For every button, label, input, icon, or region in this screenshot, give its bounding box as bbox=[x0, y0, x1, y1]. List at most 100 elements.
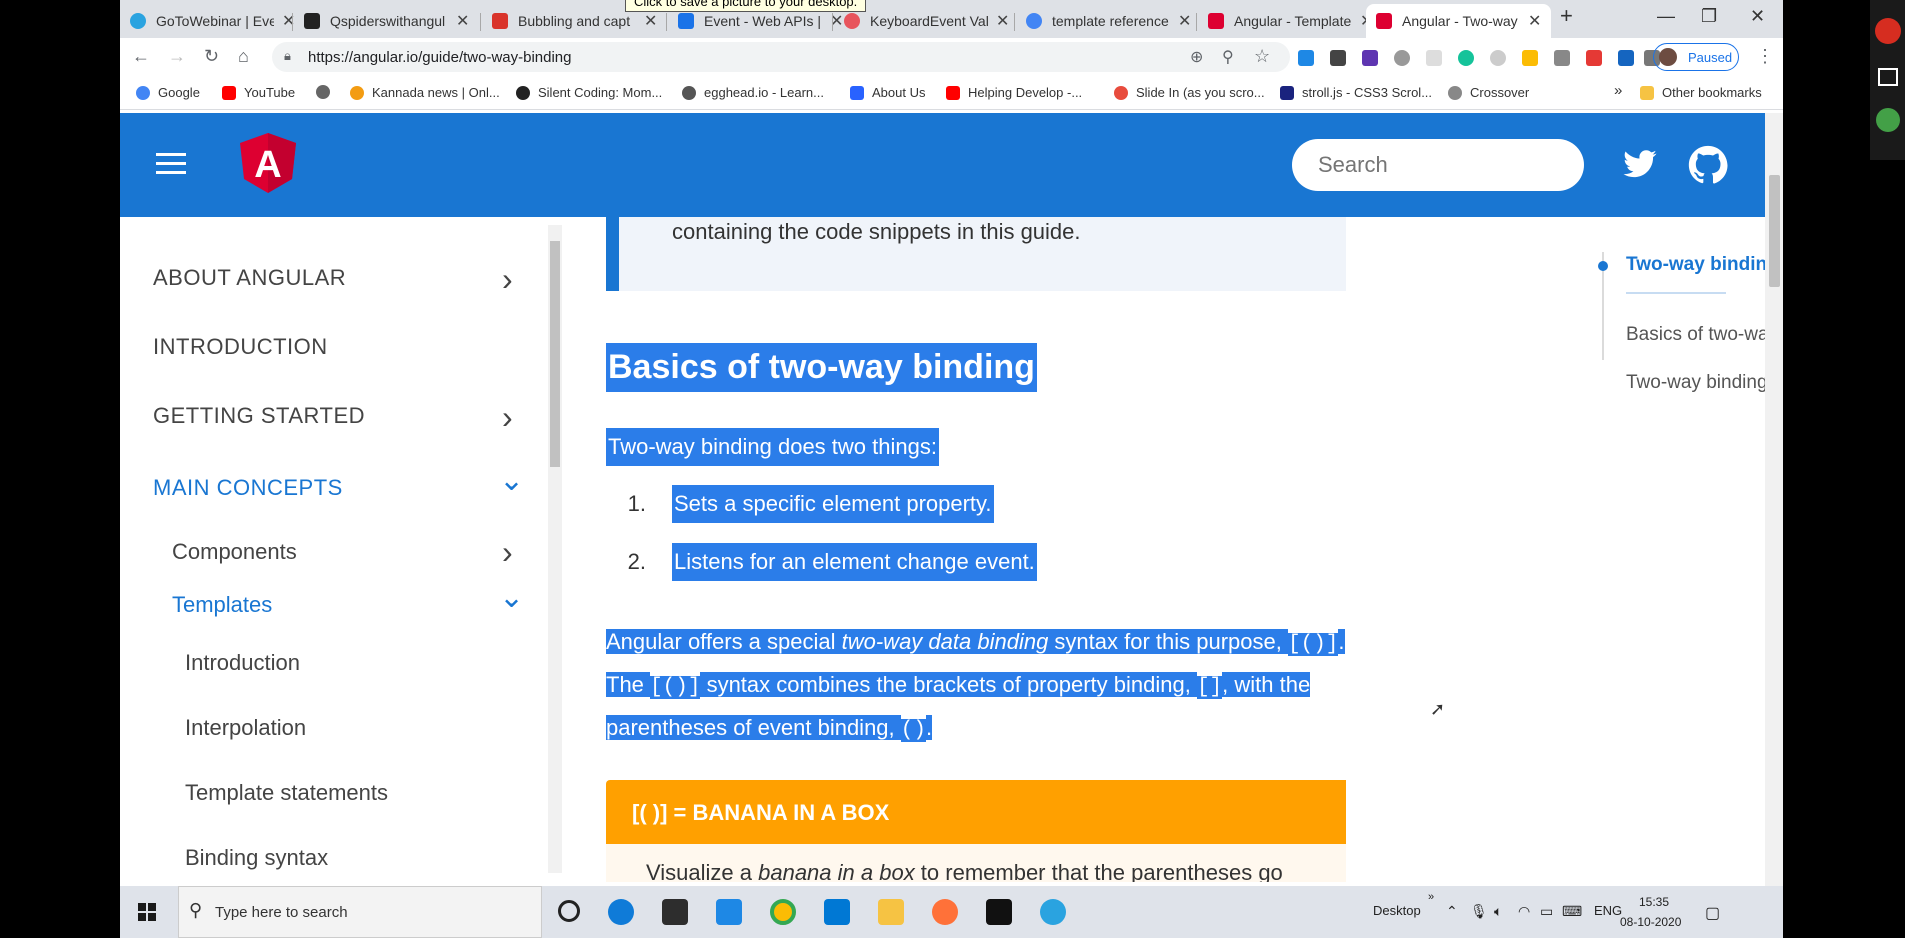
tab-close-icon[interactable]: ✕ bbox=[644, 11, 657, 31]
camera-icon[interactable] bbox=[1554, 50, 1570, 66]
terminal-icon[interactable] bbox=[986, 899, 1012, 925]
clock-time[interactable]: 15:35 bbox=[1639, 895, 1669, 909]
chevron-down-icon[interactable]: ⌄ bbox=[499, 580, 524, 615]
menu-icon[interactable]: ⋮ bbox=[1756, 46, 1774, 67]
tray-chevron-up-icon[interactable]: ⌃ bbox=[1446, 903, 1458, 920]
clock-date[interactable]: 08-10-2020 bbox=[1620, 915, 1681, 929]
firefox-icon[interactable] bbox=[932, 899, 958, 925]
nav-item-about-angular[interactable]: ABOUT ANGULAR bbox=[153, 265, 346, 291]
chevron-right-icon[interactable]: › bbox=[502, 261, 513, 298]
extension-icon[interactable] bbox=[1362, 50, 1378, 66]
nav-item-getting-started[interactable]: GETTING STARTED bbox=[153, 403, 365, 429]
chevron-right-icon[interactable]: › bbox=[502, 534, 513, 571]
github-icon[interactable] bbox=[1688, 145, 1728, 185]
bookmark[interactable]: Helping Develop -... bbox=[946, 85, 1082, 100]
chrome-icon[interactable] bbox=[770, 899, 796, 925]
pointer-icon[interactable] bbox=[1876, 108, 1900, 132]
install-icon[interactable]: ⊕ bbox=[1190, 47, 1203, 67]
nav-item-introduction-sub[interactable]: Introduction bbox=[185, 650, 300, 676]
gotowebinar-icon[interactable] bbox=[1040, 899, 1066, 925]
nav-item-template-statements[interactable]: Template statements bbox=[185, 780, 388, 806]
extension-icon[interactable] bbox=[1330, 50, 1346, 66]
bookmark[interactable]: Google bbox=[136, 85, 200, 100]
site-search-input[interactable]: Search bbox=[1292, 139, 1584, 191]
task-view-icon[interactable] bbox=[558, 900, 580, 922]
tab-close-icon[interactable]: ✕ bbox=[456, 11, 469, 31]
bookmark[interactable]: Crossover bbox=[1448, 85, 1529, 100]
address-bar[interactable]: 🔒︎ https://angular.io/guide/two-way-bind… bbox=[272, 42, 1290, 72]
minimize-button[interactable]: — bbox=[1657, 6, 1675, 27]
tab-5[interactable]: template reference ✕ bbox=[1016, 4, 1201, 38]
bookmark[interactable]: YouTube bbox=[222, 85, 295, 100]
tab-close-icon[interactable]: ✕ bbox=[1178, 11, 1191, 31]
bookmark[interactable]: Kannada news | Onl... bbox=[350, 85, 500, 100]
bookmark[interactable]: Slide In (as you scro... bbox=[1114, 85, 1265, 100]
tab-1[interactable]: Qspiderswithangul ✕ bbox=[294, 4, 479, 38]
battery-icon[interactable]: ▭ bbox=[1540, 903, 1553, 920]
chevron-down-icon[interactable]: ⌄ bbox=[499, 463, 524, 498]
other-bookmarks[interactable]: Other bookmarks bbox=[1640, 85, 1762, 100]
nav-item-components[interactable]: Components bbox=[172, 539, 297, 565]
tab-close-icon[interactable]: ✕ bbox=[996, 11, 1009, 31]
language-indicator[interactable]: ENG bbox=[1594, 903, 1622, 918]
page-scrollbar[interactable] bbox=[1765, 113, 1783, 886]
tab-active[interactable]: Angular - Two-way ✕ bbox=[1366, 4, 1552, 38]
extension-icon[interactable] bbox=[1618, 50, 1634, 66]
sidebar-scroll-thumb[interactable] bbox=[550, 241, 560, 467]
tab-6[interactable]: Angular - Template✕ bbox=[1198, 4, 1383, 38]
bookmark[interactable]: stroll.js - CSS3 Scrol... bbox=[1280, 85, 1432, 100]
twitter-icon[interactable] bbox=[1622, 149, 1658, 181]
edge-icon[interactable] bbox=[608, 899, 634, 925]
tab-close-icon[interactable]: ✕ bbox=[1528, 11, 1541, 31]
extension-icon[interactable] bbox=[1490, 50, 1506, 66]
zoom-icon[interactable]: ⚲ bbox=[1222, 47, 1234, 67]
windows-start-icon[interactable] bbox=[138, 903, 156, 921]
pen-icon[interactable] bbox=[1586, 50, 1602, 66]
toc-item[interactable]: Two-way binding in forms bbox=[1626, 372, 1783, 394]
microphone-icon[interactable]: 🎙︎ bbox=[1470, 903, 1488, 920]
file-explorer-icon[interactable] bbox=[878, 899, 904, 925]
wifi-icon[interactable]: ◠ bbox=[1518, 903, 1530, 920]
nav-item-main-concepts[interactable]: MAIN CONCEPTS bbox=[153, 475, 343, 501]
sidebar-scrollbar[interactable] bbox=[548, 225, 562, 873]
volume-icon[interactable]: 🔈︎ bbox=[1494, 903, 1502, 920]
star-icon[interactable]: ☆ bbox=[1254, 46, 1270, 67]
mail-icon[interactable] bbox=[716, 899, 742, 925]
maximize-button[interactable]: ❐ bbox=[1701, 6, 1717, 27]
drive-icon[interactable] bbox=[1522, 50, 1538, 66]
bookmark[interactable]: egghead.io - Learn... bbox=[682, 85, 824, 100]
keyboard-icon[interactable]: ⌨ bbox=[1562, 903, 1582, 920]
window-icon[interactable] bbox=[1878, 68, 1898, 86]
home-icon[interactable]: ⌂ bbox=[238, 46, 249, 67]
extension-icon[interactable] bbox=[1426, 50, 1442, 66]
hamburger-menu-icon[interactable] bbox=[156, 153, 186, 180]
nav-item-templates[interactable]: Templates bbox=[172, 592, 272, 618]
tab-0[interactable]: GoToWebinar | Eve ✕ bbox=[120, 4, 305, 38]
store-icon[interactable] bbox=[662, 899, 688, 925]
new-tab-button[interactable]: + bbox=[1560, 3, 1573, 29]
desktop-toolbar-chevron[interactable]: » bbox=[1428, 891, 1434, 903]
nav-item-binding-syntax[interactable]: Binding syntax bbox=[185, 845, 328, 871]
extension-icon[interactable] bbox=[1298, 50, 1314, 66]
page-scroll-thumb[interactable] bbox=[1769, 175, 1780, 287]
toc-item[interactable]: Basics of two-way binding bbox=[1626, 324, 1783, 346]
profile-paused-button[interactable]: Paused bbox=[1653, 43, 1739, 71]
reload-icon[interactable]: ↻ bbox=[204, 46, 219, 67]
angular-logo[interactable]: A bbox=[240, 133, 296, 193]
bookmark[interactable]: About Us bbox=[850, 85, 925, 100]
bookmark[interactable]: Silent Coding: Mom... bbox=[516, 85, 662, 100]
desktop-toolbar-label[interactable]: Desktop bbox=[1373, 903, 1421, 918]
nav-item-introduction[interactable]: INTRODUCTION bbox=[153, 334, 328, 360]
chevron-right-icon[interactable]: › bbox=[502, 399, 513, 436]
mic-record-icon[interactable] bbox=[1875, 18, 1901, 44]
taskbar-search[interactable]: ⚲ Type here to search bbox=[178, 886, 542, 938]
close-window-button[interactable]: ✕ bbox=[1750, 6, 1765, 27]
back-icon[interactable]: ← bbox=[132, 46, 150, 67]
grammarly-icon[interactable] bbox=[1458, 50, 1474, 66]
url-text[interactable]: https://angular.io/guide/two-way-binding bbox=[308, 49, 572, 66]
notifications-icon[interactable]: ▢ bbox=[1705, 903, 1720, 923]
forward-icon[interactable]: → bbox=[168, 46, 186, 67]
bookmarks-more-button[interactable]: » bbox=[1614, 82, 1622, 99]
vscode-icon[interactable] bbox=[824, 899, 850, 925]
toc-item-active[interactable]: Two-way binding [(...)] bbox=[1626, 254, 1783, 276]
